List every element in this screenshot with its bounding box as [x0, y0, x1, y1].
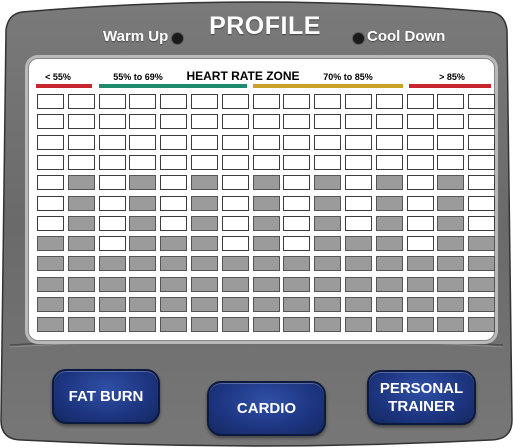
zone-bar-70-85 [253, 84, 403, 88]
exercise-console: Warm Up PROFILE Cool Down < 55% 55% to 6… [0, 0, 513, 448]
zone-bar-above-85 [409, 84, 491, 88]
zone-label-below-55: < 55% [45, 72, 71, 82]
cool-down-label: Cool Down [367, 28, 446, 45]
zone-bar-below-55 [36, 84, 92, 88]
warm-up-indicator-light [171, 32, 184, 45]
zone-label-70-85: 70% to 85% [323, 72, 373, 82]
personal-trainer-label-line2: TRAINER [388, 397, 455, 415]
zone-label-above-85: > 85% [439, 72, 465, 82]
profile-title: PROFILE [209, 12, 321, 40]
warm-up-label: Warm Up [103, 28, 169, 45]
heart-rate-zone-title: HEART RATE ZONE [186, 69, 300, 83]
personal-trainer-button[interactable]: PERSONAL TRAINER [367, 370, 476, 425]
cardio-button[interactable]: CARDIO [207, 381, 326, 436]
zone-label-55-69: 55% to 69% [113, 72, 163, 82]
zone-bar-55-69 [99, 84, 247, 88]
cool-down-indicator-light [352, 32, 365, 45]
cardio-button-label: CARDIO [236, 399, 297, 417]
fat-burn-button[interactable]: FAT BURN [52, 369, 160, 424]
fat-burn-button-label: FAT BURN [68, 387, 144, 405]
profile-display-panel [28, 58, 495, 341]
personal-trainer-label-line1: PERSONAL [379, 379, 464, 397]
